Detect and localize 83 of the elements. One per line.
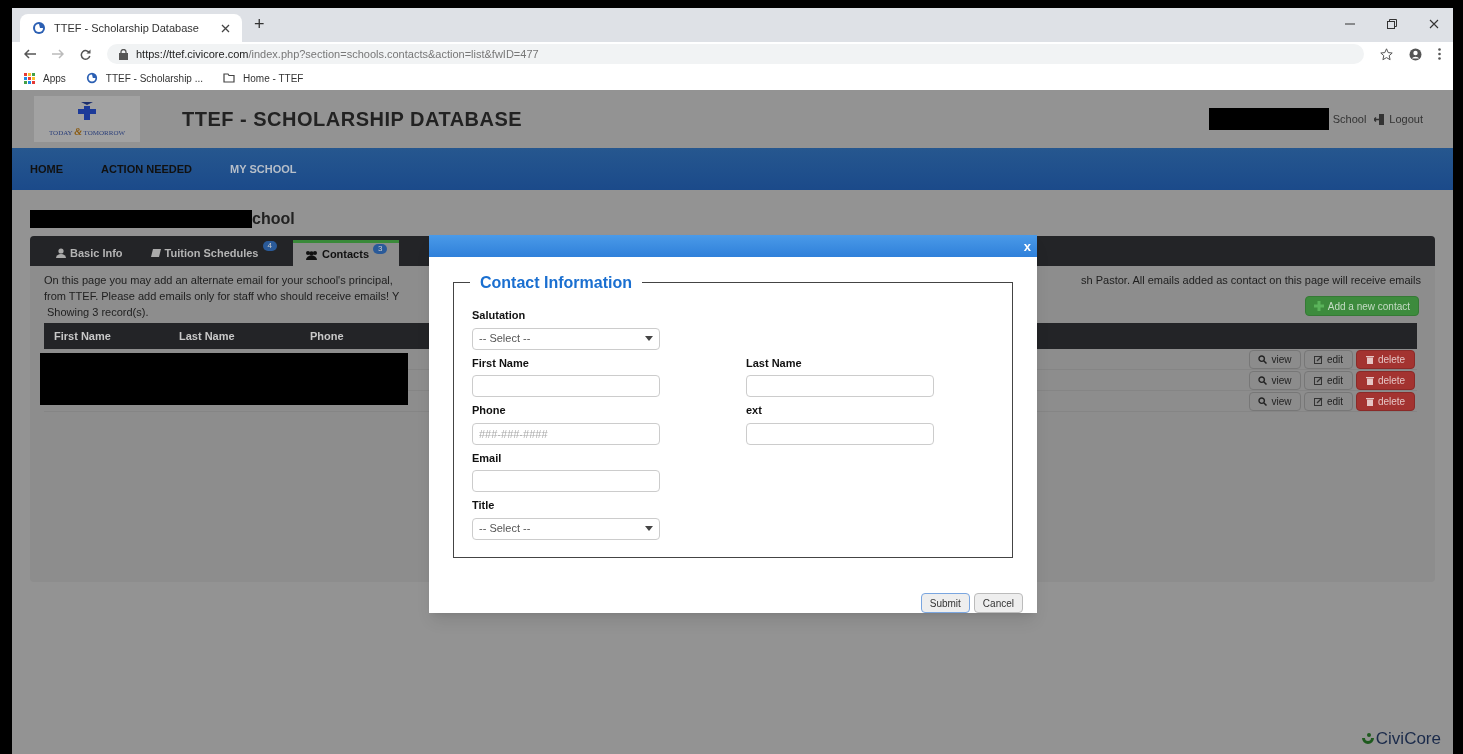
civicore-logo-icon xyxy=(1360,731,1375,746)
select-field[interactable]: -- Select -- xyxy=(472,517,660,540)
view-button[interactable]: view xyxy=(1249,370,1301,390)
field-label: Email xyxy=(472,450,503,466)
delete-button[interactable]: delete xyxy=(1356,391,1415,411)
folder-icon xyxy=(223,73,236,83)
new-tab-button[interactable]: + xyxy=(254,11,265,38)
close-button[interactable]: x xyxy=(1023,239,1031,253)
trash-icon xyxy=(1365,354,1374,364)
column-header: Last Name xyxy=(179,328,236,344)
edit-icon xyxy=(1313,375,1323,385)
field-label: ext xyxy=(746,403,763,418)
address-field[interactable]: https://ttef.civicore.com/index.php?section=schools.contacts&action=list&fwID=477 xyxy=(107,44,1364,64)
search-icon xyxy=(1258,396,1268,406)
intro-text: sh Pastor. All emails added as contact on this page will receive emails xyxy=(1081,273,1421,288)
trash-icon xyxy=(1365,375,1374,385)
input-field[interactable] xyxy=(472,375,660,397)
input-field[interactable] xyxy=(746,375,934,397)
field-label: First Name xyxy=(472,355,530,371)
school-heading: chool xyxy=(252,209,295,229)
edit-button[interactable]: edit xyxy=(1304,370,1353,390)
record-count: Showing 3 record(s). xyxy=(46,305,150,320)
search-icon xyxy=(1258,375,1268,385)
tab[interactable]: Basic Info xyxy=(44,240,135,266)
logout-link[interactable]: Logout xyxy=(1374,110,1423,128)
logout-icon xyxy=(1374,113,1386,125)
browser-tab[interactable]: TTEF - Scholarship Database xyxy=(20,14,242,42)
group-icon xyxy=(304,249,318,260)
close-icon[interactable] xyxy=(1429,19,1439,29)
tab[interactable]: Tuition Schedules 4 xyxy=(138,240,289,266)
field-label: Salutation xyxy=(472,308,527,323)
plus-icon xyxy=(1313,301,1324,311)
brand-name: CiviCore xyxy=(1375,727,1441,750)
select-field[interactable]: -- Select -- xyxy=(472,327,660,350)
close-icon[interactable] xyxy=(221,23,230,33)
edit-button[interactable]: edit xyxy=(1304,391,1353,411)
star-icon[interactable] xyxy=(1380,47,1393,61)
input-field[interactable] xyxy=(746,422,934,445)
dialog-button[interactable]: Cancel xyxy=(973,593,1023,613)
count-badge: 3 xyxy=(373,244,388,254)
dialog-button[interactable]: Submit xyxy=(920,593,970,613)
bookmark[interactable]: Home - TTEF xyxy=(223,70,304,86)
school-name: School xyxy=(1332,111,1367,127)
tab-title: TTEF - Scholarship Database xyxy=(54,20,200,36)
reload-icon[interactable] xyxy=(80,48,91,60)
view-button[interactable]: view xyxy=(1249,391,1301,411)
nav-link[interactable]: MY SCHOOL xyxy=(230,160,297,178)
back-icon[interactable] xyxy=(24,49,36,59)
add-contact-button[interactable]: Add a new contact xyxy=(1304,296,1419,316)
bookmark[interactable]: TTEF - Scholarship ... xyxy=(85,70,204,86)
edit-icon xyxy=(1313,354,1323,364)
caret-icon xyxy=(645,336,653,341)
url-text: https://ttef.civicore.com/index.php?section=schools.contacts&action=list&fwID=477 xyxy=(136,46,539,62)
intro-text: from TTEF. Please add emails only for staff who should receive emails! Y xyxy=(44,289,401,304)
account-icon[interactable] xyxy=(1409,47,1422,61)
view-button[interactable]: view xyxy=(1249,349,1301,369)
input-field[interactable] xyxy=(472,470,660,492)
swirl-icon xyxy=(32,21,46,35)
field-label: Last Name xyxy=(746,355,803,371)
tab[interactable]: Contacts 3 xyxy=(292,240,400,266)
edit-button[interactable]: edit xyxy=(1304,349,1353,369)
field-label: Title xyxy=(472,498,496,513)
restore-icon[interactable] xyxy=(1387,19,1397,29)
book-icon xyxy=(150,248,161,258)
trash-icon xyxy=(1365,396,1374,406)
caret-icon xyxy=(645,526,653,531)
delete-button[interactable]: delete xyxy=(1356,370,1415,390)
lock-icon xyxy=(119,48,128,60)
search-icon xyxy=(1258,354,1268,364)
user-icon xyxy=(56,248,66,258)
bookmark[interactable]: Apps xyxy=(24,70,66,86)
column-header: Phone xyxy=(310,328,345,344)
edit-icon xyxy=(1313,396,1323,406)
apps-icon xyxy=(24,72,35,84)
menu-icon[interactable] xyxy=(1438,48,1441,60)
delete-button[interactable]: delete xyxy=(1356,349,1415,369)
site-title: TTEF - SCHOLARSHIP DATABASE xyxy=(182,107,523,132)
input-field[interactable]: ###-###-#### xyxy=(472,422,660,445)
count-badge: 4 xyxy=(262,241,277,251)
intro-text: On this page you may add an alternate email for your school's principal, xyxy=(44,273,394,288)
column-header: First Name xyxy=(53,328,112,344)
swirl-icon xyxy=(85,72,98,84)
field-label: Phone xyxy=(472,403,507,418)
